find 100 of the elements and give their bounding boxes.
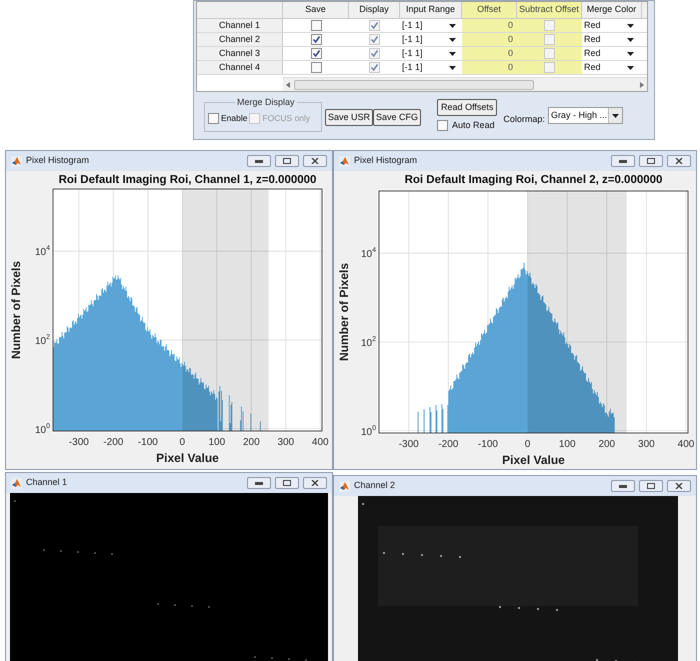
caret-icon xyxy=(627,38,634,42)
input-range-dropdown[interactable]: [-1 1] xyxy=(400,19,462,32)
merge-color-dropdown[interactable]: Red xyxy=(582,47,642,60)
x-tick-label: 400 xyxy=(312,437,329,448)
x-tick-label: 0 xyxy=(524,439,530,450)
colormap-label: Colormap: xyxy=(503,113,545,126)
checkbox-label: Auto Read xyxy=(452,119,495,132)
column-header: Subtract Offset xyxy=(517,2,582,18)
close-button[interactable] xyxy=(667,480,691,492)
x-tick-label: 100 xyxy=(208,437,226,448)
minimize-button[interactable] xyxy=(247,155,271,167)
x-axis-label: Pixel Value xyxy=(156,451,219,465)
column-header: Display xyxy=(349,2,400,18)
checkbox[interactable] xyxy=(369,34,380,45)
caret-icon xyxy=(449,66,456,70)
offset-cell: 0 xyxy=(462,19,517,32)
save-button[interactable]: Save USR xyxy=(325,109,374,126)
caret-icon xyxy=(627,66,634,70)
row-header: Channel 3 xyxy=(197,47,283,60)
x-tick-label: 100 xyxy=(558,439,576,450)
y-tick-label: 10$^{2}$ xyxy=(34,334,50,347)
x-tick-label: -100 xyxy=(138,437,158,448)
x-tick-label: 200 xyxy=(598,439,616,450)
checkbox-label: Enable xyxy=(221,112,248,125)
checkbox[interactable] xyxy=(310,20,322,31)
checkbox[interactable] xyxy=(544,62,555,73)
caret-icon xyxy=(449,52,456,56)
colormap-dropdown[interactable]: Gray - High ... xyxy=(548,107,623,124)
scroll-right-icon[interactable] xyxy=(640,82,644,88)
x-tick-label: -300 xyxy=(68,437,89,448)
window-title: Pixel Histogram xyxy=(354,154,418,168)
chart-title: Roi Default Imaging Roi, Channel 2, z=0.000000 xyxy=(404,174,662,186)
maximize-icon xyxy=(283,158,291,164)
scroll-left-icon[interactable] xyxy=(286,82,290,88)
x-tick-label: -200 xyxy=(103,437,124,448)
minimize-icon xyxy=(255,160,263,162)
y-tick-label: 10$^{4}$ xyxy=(360,247,376,260)
checkbox[interactable] xyxy=(544,48,555,59)
x-tick-label: -100 xyxy=(478,439,498,450)
x-tick-label: 200 xyxy=(242,437,260,448)
enable-checkbox[interactable] xyxy=(208,112,219,124)
checkbox[interactable] xyxy=(310,34,322,45)
row-header: Channel 4 xyxy=(197,61,283,74)
x-tick-label: 300 xyxy=(638,439,655,450)
close-button[interactable] xyxy=(303,155,327,167)
auto-read-checkbox[interactable] xyxy=(437,120,448,132)
merge-color-dropdown[interactable]: Red xyxy=(582,61,642,74)
maximize-button[interactable] xyxy=(275,155,299,167)
close-button[interactable] xyxy=(667,155,691,167)
read-offsets-button[interactable]: Read Offsets xyxy=(437,99,498,116)
checkbox[interactable] xyxy=(310,48,322,59)
maximize-button[interactable] xyxy=(639,155,663,167)
x-tick-label: -300 xyxy=(398,439,419,450)
app-logo-icon xyxy=(339,480,350,492)
input-range-dropdown[interactable]: [-1 1] xyxy=(400,61,462,74)
close-button[interactable] xyxy=(303,477,327,489)
merge-color-dropdown[interactable]: Red xyxy=(582,19,642,32)
checkbox[interactable] xyxy=(369,62,380,73)
column-header: Offset xyxy=(462,2,517,18)
minimize-icon xyxy=(619,160,627,162)
app-logo-icon xyxy=(11,478,22,488)
maximize-icon xyxy=(647,483,655,489)
checkbox[interactable] xyxy=(544,20,555,31)
maximize-icon xyxy=(283,480,291,486)
minimize-icon xyxy=(255,482,263,484)
row-header: Channel 1 xyxy=(197,19,283,32)
close-icon xyxy=(675,483,683,489)
input-range-dropdown[interactable]: [-1 1] xyxy=(400,33,462,46)
column-header: Merge Color xyxy=(582,2,642,18)
input-range-dropdown[interactable]: [-1 1] xyxy=(400,47,462,60)
caret-icon xyxy=(612,114,619,118)
x-tick-label: -200 xyxy=(438,439,458,450)
x-axis-label: Pixel Value xyxy=(502,453,565,467)
caret-icon xyxy=(449,24,456,28)
checkbox[interactable] xyxy=(369,20,380,31)
save-button[interactable]: Save CFG xyxy=(373,109,422,126)
maximize-button[interactable] xyxy=(639,480,663,492)
offset-cell: 0 xyxy=(462,47,517,60)
merge-color-dropdown[interactable]: Red xyxy=(582,33,642,46)
minimize-button[interactable] xyxy=(611,480,635,492)
y-tick-label: 10$^{4}$ xyxy=(34,245,50,258)
close-icon xyxy=(311,480,319,486)
x-tick-label: 0 xyxy=(180,437,186,448)
y-tick-label: 10$^{2}$ xyxy=(360,336,376,349)
chart-title: Roi Default Imaging Roi, Channel 1, z=0.000000 xyxy=(58,174,316,186)
minimize-button[interactable] xyxy=(611,155,635,167)
close-icon xyxy=(311,158,319,164)
checkbox[interactable] xyxy=(544,34,555,45)
window-title: Pixel Histogram xyxy=(26,154,90,168)
checkbox[interactable] xyxy=(369,48,380,59)
checkbox-label: FOCUS only xyxy=(262,112,310,125)
app-logo-icon xyxy=(339,156,350,166)
checkbox[interactable] xyxy=(310,62,322,73)
maximize-button[interactable] xyxy=(275,477,299,489)
y-tick-label: 10$^{0}$ xyxy=(34,422,50,436)
group-title: Merge Display xyxy=(235,96,297,110)
app-logo-icon xyxy=(11,156,22,166)
close-icon xyxy=(675,158,683,164)
horizontal-scrollbar[interactable] xyxy=(283,77,647,91)
minimize-button[interactable] xyxy=(247,477,271,489)
